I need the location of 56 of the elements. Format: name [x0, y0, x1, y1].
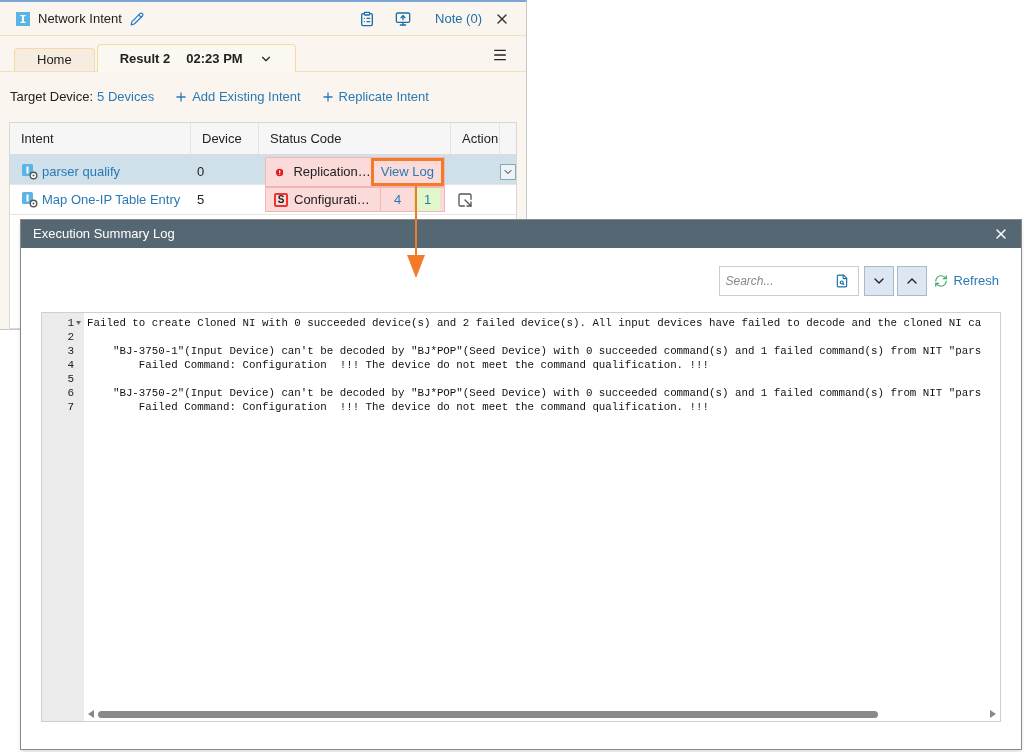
action-link[interactable]: Add Existing Intent: [174, 87, 301, 107]
tab[interactable]: Home: [14, 48, 95, 71]
scroll-right-icon[interactable]: [990, 710, 996, 718]
app-logo-icon: [16, 11, 30, 26]
column-header: Device: [191, 123, 259, 154]
intent-gear-icon: [22, 191, 38, 208]
line-number: 7: [67, 399, 74, 415]
line-number: 1: [67, 315, 74, 331]
table-row[interactable]: Map One-IP Table Entry 5 S Configurati… 4 1: [10, 185, 516, 215]
passed-count: 1: [414, 188, 440, 211]
dialog-title: Execution Summary Log: [33, 225, 175, 244]
log-line: Failed Command: Configuration !!! The device do not meet the command qualification. !!!: [137, 357, 709, 373]
search-icon[interactable]: [835, 274, 850, 288]
log-line: "BJ-3750-1"(Input Device) can't be decoded by "BJ*POP"(Seed Device) with 0 succeeded command(s) and 1 failed command(s) from NIT "pars: [111, 343, 982, 359]
previous-button[interactable]: [897, 266, 928, 296]
column-header: Status Code: [259, 123, 451, 154]
note-button[interactable]: Note (0): [435, 8, 482, 29]
log-line: Failed to create Cloned NI with 0 succeeded device(s) and 2 failed device(s). All input devices have failed to decode and the cloned NI ca: [87, 315, 982, 331]
fold-caret-icon[interactable]: [75, 321, 81, 325]
devices-link[interactable]: 5 Devices: [97, 87, 155, 107]
column-header: Intent: [10, 123, 191, 154]
view-log-button[interactable]: View Log: [370, 158, 444, 186]
table-row[interactable]: parser qualify 0 Replication… View Log: [10, 155, 516, 185]
refresh-button[interactable]: Refresh: [934, 271, 999, 291]
line-number: 2: [67, 329, 74, 345]
clipboard-icon[interactable]: [359, 10, 376, 27]
intent-gear-icon: [22, 164, 38, 180]
device-count: 5: [196, 190, 206, 209]
intent-link[interactable]: parser qualify: [42, 162, 121, 182]
line-number: 3: [67, 343, 74, 359]
next-button[interactable]: [864, 266, 895, 296]
intent-link[interactable]: Map One-IP Table Entry: [42, 189, 181, 210]
device-count: 0: [196, 163, 206, 182]
edit-icon[interactable]: [129, 11, 144, 26]
line-number: 6: [67, 385, 74, 401]
status-badge: S: [274, 192, 288, 207]
export-icon[interactable]: [457, 191, 473, 208]
refresh-icon: [934, 274, 949, 288]
line-number: 5: [67, 371, 74, 387]
log-line: Failed Command: Configuration !!! The device do not meet the command qualification. !!!: [137, 399, 709, 415]
log-line: "BJ-3750-2"(Input Device) can't be decoded by "BJ*POP"(Seed Device) with 0 succeeded command(s) and 1 failed command(s) from NIT "pars: [111, 385, 982, 401]
search-field[interactable]: Search...: [719, 266, 860, 296]
dropdown-toggle[interactable]: [500, 164, 516, 180]
action-link[interactable]: Replicate Intent: [320, 87, 429, 107]
status-text: Configurati…: [294, 190, 371, 209]
status-text: Replication…: [293, 163, 371, 182]
target-device-label: Target Device:: [10, 88, 94, 107]
scroll-left-icon[interactable]: [88, 710, 94, 718]
share-icon[interactable]: [395, 10, 412, 27]
plus-icon: [174, 90, 189, 104]
column-header: Action: [451, 123, 500, 154]
menu-icon[interactable]: [492, 47, 508, 63]
tab[interactable]: Result 2 02:23 PM: [96, 44, 296, 72]
line-number: 4: [67, 357, 74, 373]
window-title: Network Intent: [38, 9, 122, 28]
plus-icon: [320, 90, 335, 104]
